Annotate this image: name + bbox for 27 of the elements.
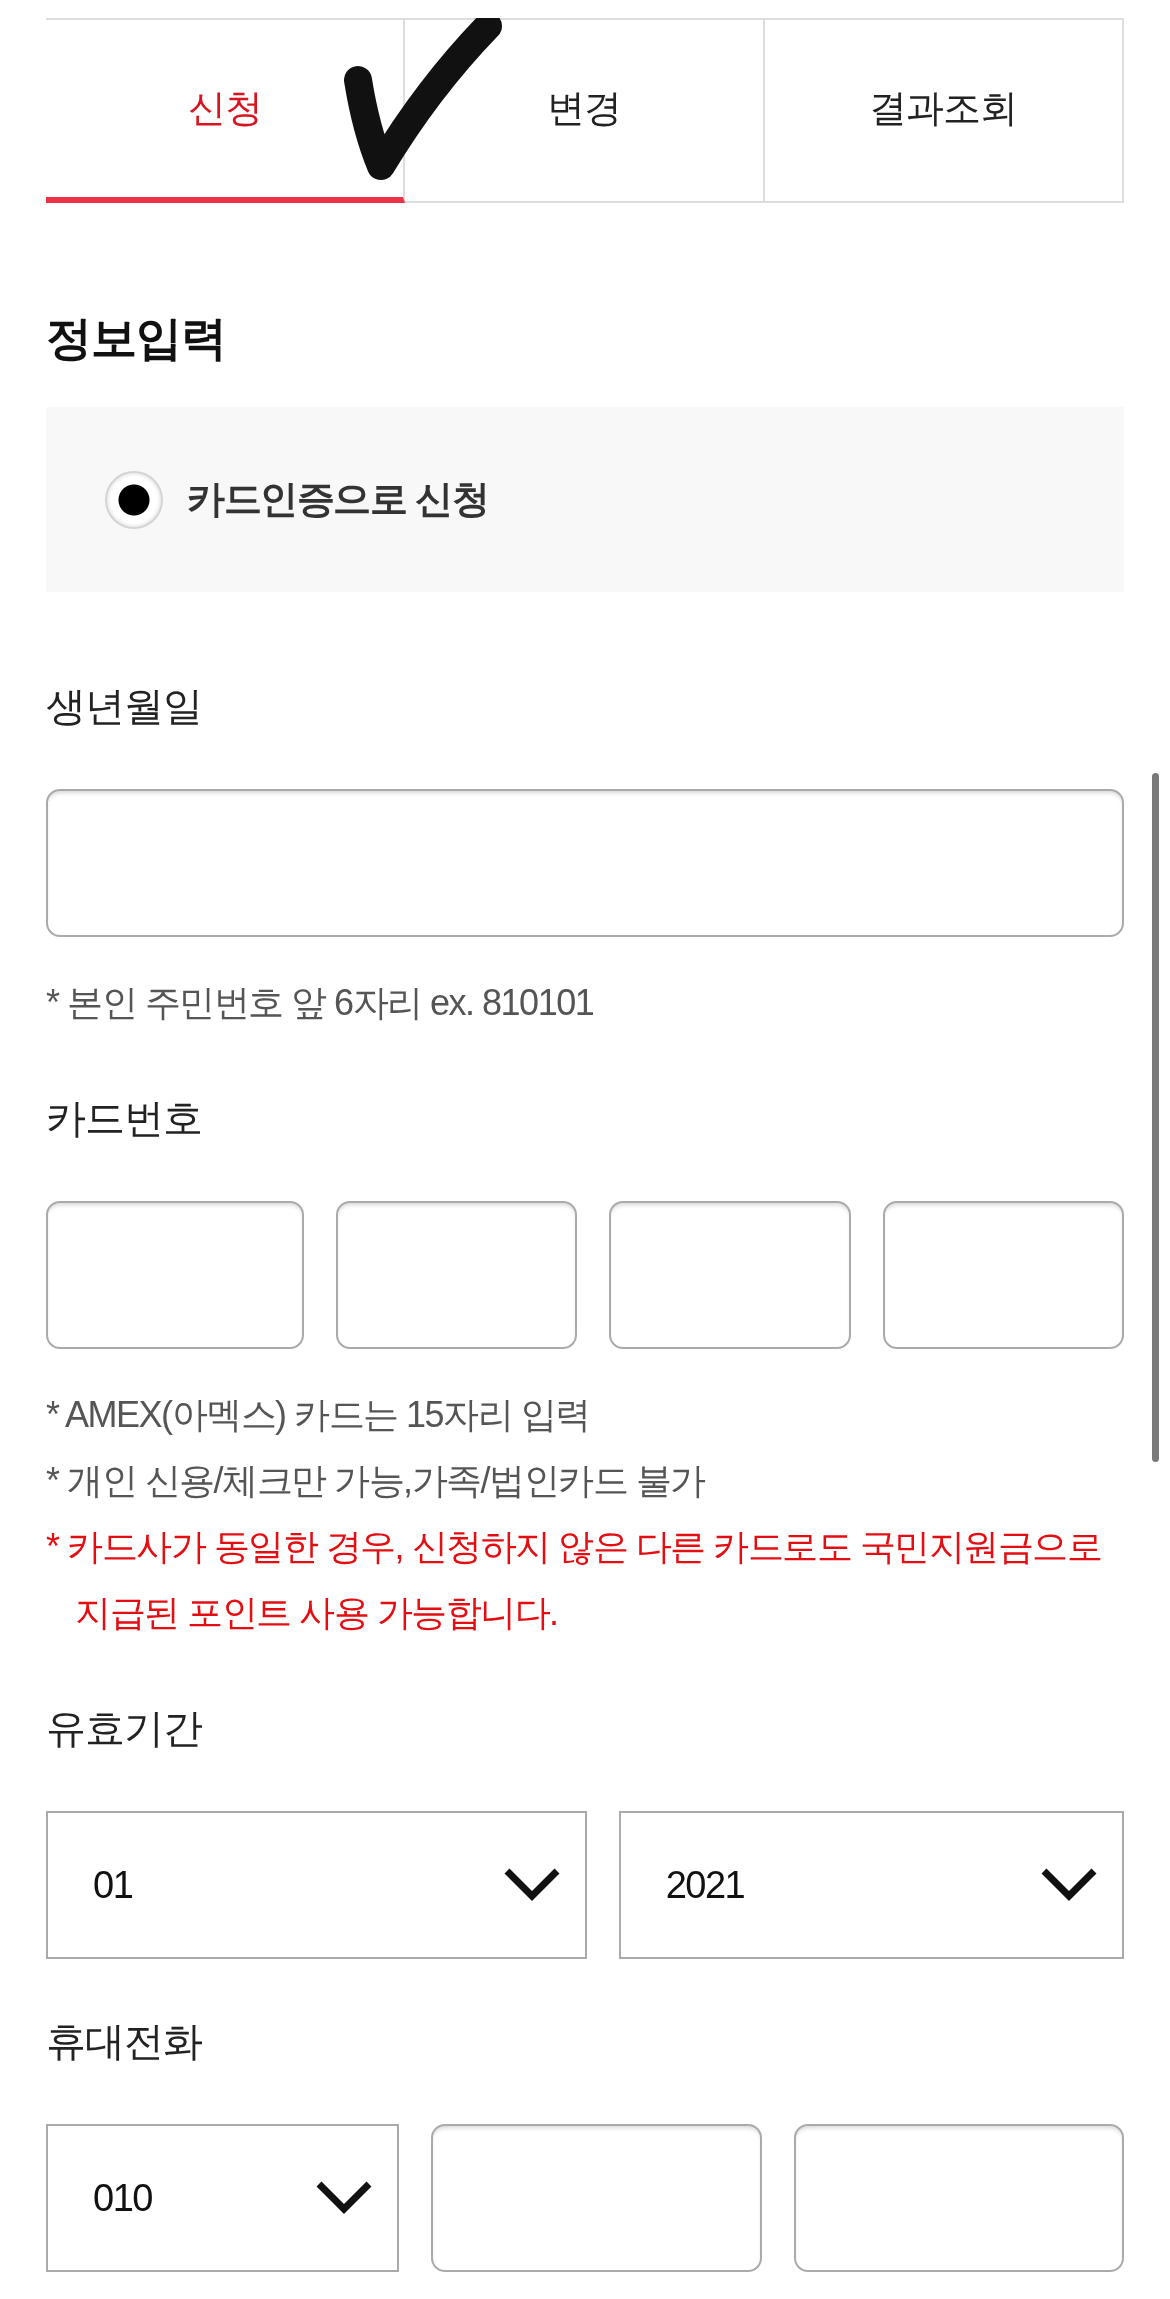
tab[interactable]: 결과조회 — [764, 18, 1124, 203]
help-note: * 본인 주민번호 앞 6자리 ex. 810101 — [46, 981, 595, 1025]
radio-label: 카드인증으로 신청 — [187, 477, 489, 522]
text-field[interactable] — [882, 1201, 1124, 1349]
text-field[interactable] — [46, 1201, 305, 1349]
warning-note: * 카드사가 동일한 경우, 신청하지 않은 다른 카드로도 국민지원금으로 지급된 포인트 사용 가능합니다. — [46, 1525, 1103, 1635]
field-label: 휴대전화 — [46, 2018, 202, 2065]
field-label: 생년월일 — [46, 683, 202, 730]
checkmark-icon — [344, 18, 502, 182]
dropdown[interactable]: 01 — [46, 1811, 587, 1959]
text-field[interactable] — [336, 1201, 578, 1349]
dropdown[interactable]: 2021 — [618, 1811, 1124, 1959]
section-title: 정보입력 — [46, 311, 226, 366]
chevron-down-icon — [1040, 1867, 1098, 1903]
help-note: * AMEX(아멕스) 카드는 15자리 입력 — [46, 1393, 591, 1437]
text-field[interactable] — [609, 1201, 851, 1349]
text-field[interactable] — [46, 789, 1124, 937]
field-label: 유효기간 — [46, 1705, 202, 1752]
chevron-down-icon — [315, 2180, 374, 2216]
tab[interactable]: 신청 — [46, 18, 406, 203]
help-note: * 개인 신용/체크만 가능,가족/법인카드 불가 — [46, 1459, 706, 1503]
field-label: 카드번호 — [46, 1095, 202, 1142]
text-field[interactable] — [431, 2124, 762, 2272]
text-field[interactable] — [793, 2124, 1124, 2272]
dropdown[interactable]: 010 — [46, 2124, 400, 2272]
tab[interactable]: 변경 — [405, 18, 765, 203]
chevron-down-icon — [502, 1867, 561, 1903]
